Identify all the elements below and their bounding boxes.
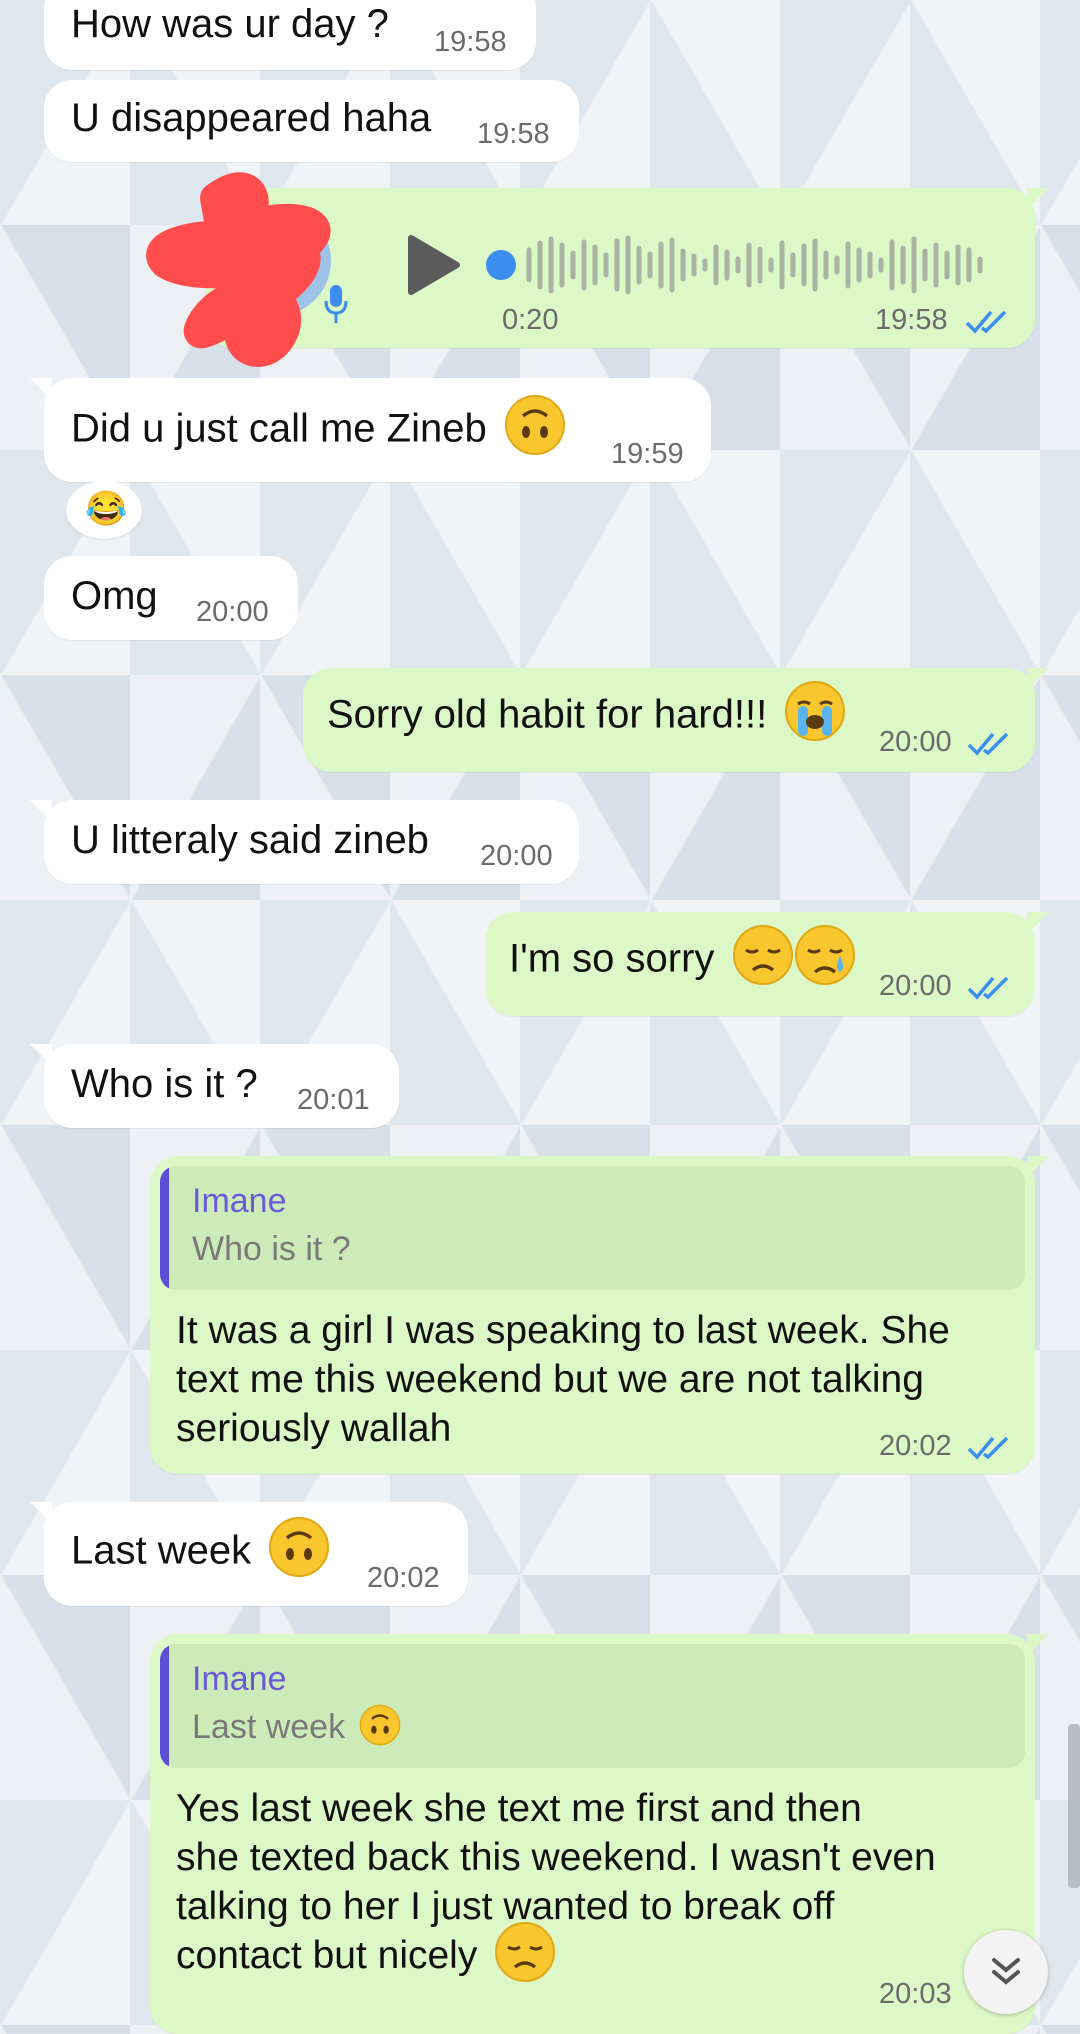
incoming-message[interactable]: Last week 20:02: [30, 1502, 468, 1606]
double-check-icon: [967, 1436, 1009, 1460]
message-time: 20:03: [879, 1978, 952, 2010]
message-text: Omg: [71, 574, 158, 618]
message-time: 20:02: [879, 1430, 952, 1462]
message-text: U disappeared haha: [71, 96, 432, 140]
scrollbar-thumb[interactable]: [1068, 1724, 1080, 1888]
scroll-to-bottom-button[interactable]: [964, 1930, 1048, 2014]
message-time: 19:58: [875, 304, 948, 336]
voice-duration: 0:20: [502, 304, 559, 336]
laughing-emoji-icon: 😂: [85, 490, 128, 528]
message-text: Yes last week she text me first and then…: [176, 1784, 936, 1983]
double-check-icon: [967, 732, 1009, 756]
disappointed-face-icon: [732, 925, 793, 985]
message-text: Last week: [71, 1517, 330, 1578]
audio-waveform[interactable]: [483, 232, 1003, 298]
message-text: I'm so sorry: [509, 925, 856, 986]
message-text: Who is it ?: [71, 1062, 258, 1106]
incoming-message[interactable]: U disappeared haha 19:58: [44, 80, 579, 162]
quote-accent-bar: [160, 1644, 169, 1768]
outgoing-message[interactable]: I'm so sorry 20:00: [485, 912, 1049, 1016]
message-text: Did u just call me Zineb: [71, 395, 566, 456]
message-text: How was ur day ?: [71, 2, 389, 46]
incoming-message[interactable]: Omg 20:00: [44, 556, 298, 640]
incoming-message[interactable]: Who is it ? 20:01: [30, 1044, 399, 1128]
message-time: 20:00: [480, 840, 553, 872]
message-time: 20:02: [367, 1562, 440, 1594]
play-icon[interactable]: [405, 234, 461, 296]
upside-down-face-icon: [504, 395, 565, 455]
quoted-sender-name: Imane: [192, 1182, 287, 1220]
incoming-message[interactable]: Did u just call me Zineb 19:59: [30, 378, 711, 482]
message-time: 20:01: [297, 1084, 370, 1116]
quoted-message[interactable]: Imane Last week: [160, 1644, 1025, 1768]
message-text: It was a girl I was speaking to last wee…: [176, 1309, 950, 1450]
message-time: 20:00: [879, 970, 952, 1002]
message-time: 19:58: [477, 118, 550, 150]
outgoing-voice-message[interactable]: 0:20 19:58: [146, 172, 1049, 367]
incoming-message[interactable]: U litteraly said zineb 20:00: [30, 800, 579, 884]
quoted-text: Who is it ?: [192, 1230, 351, 1268]
disappointed-face-icon: [495, 1921, 556, 1982]
message-time: 19:59: [611, 438, 684, 470]
message-time: 19:58: [434, 26, 507, 58]
double-check-icon: [967, 976, 1009, 1000]
outgoing-reply-message[interactable]: Imane Who is it ? It was a girl I was sp…: [150, 1156, 1049, 1474]
upside-down-face-icon: [269, 1517, 330, 1577]
incoming-message[interactable]: How was ur day ? 19:58: [44, 0, 536, 70]
double-chevron-down-icon: [992, 1958, 1020, 1985]
message-text: Sorry old habit for hard!!!: [327, 681, 846, 742]
message-time: 20:00: [196, 596, 269, 628]
quote-accent-bar: [160, 1166, 169, 1290]
message-text: U litteraly said zineb: [71, 818, 429, 862]
message-time: 20:00: [879, 726, 952, 758]
quoted-sender-name: Imane: [192, 1660, 287, 1698]
crying-face-icon: [794, 925, 855, 985]
redaction-scribble: [146, 172, 331, 367]
outgoing-message[interactable]: Sorry old habit for hard!!! 20:00: [303, 668, 1049, 772]
outgoing-reply-message[interactable]: Imane Last week Yes last week she text m…: [150, 1634, 1049, 2034]
double-check-icon: [965, 310, 1007, 334]
message-reaction[interactable]: 😂: [66, 481, 142, 539]
loudly-crying-face-icon: [785, 681, 846, 741]
quoted-text: Last week: [192, 1704, 401, 1747]
quoted-message[interactable]: Imane Who is it ?: [160, 1166, 1025, 1290]
upside-down-face-icon: [359, 1704, 400, 1746]
